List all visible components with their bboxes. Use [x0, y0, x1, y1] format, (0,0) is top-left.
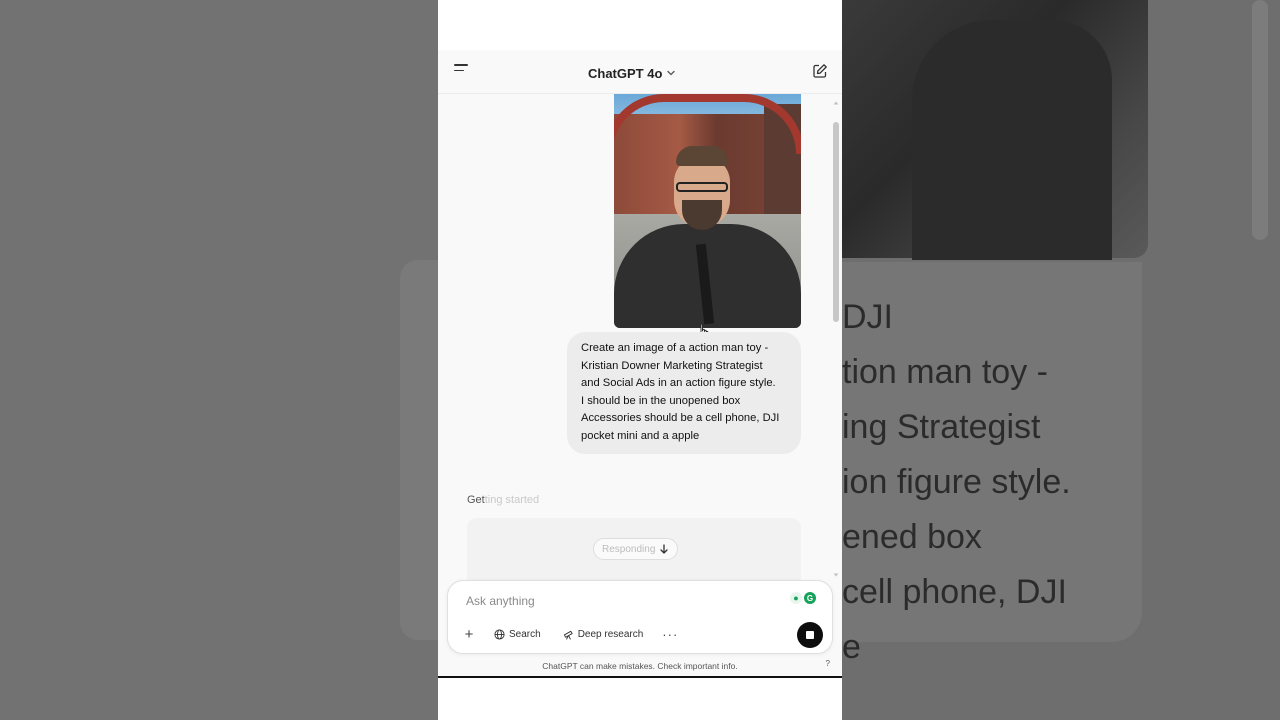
chat-thread: Create an image of a action man toy - Kr… [438, 94, 842, 580]
stop-icon [806, 631, 814, 639]
user-message-bubble: Create an image of a action man toy - Kr… [567, 332, 801, 454]
deep-research-button[interactable]: Deep research [555, 623, 652, 645]
user-message-line: Kristian Downer Marketing Strategist [581, 359, 763, 372]
search-button[interactable]: Search [486, 623, 549, 645]
model-label: ChatGPT 4o [588, 65, 663, 81]
attach-plus-button[interactable]: + [458, 623, 480, 645]
background-left-pane [0, 0, 438, 720]
globe-icon [494, 628, 505, 640]
generation-status-bright: Get [467, 494, 485, 506]
scroll-thumb[interactable] [833, 122, 839, 322]
background-right-pane: DJI tion man toy - ing Strategist ion fi… [842, 0, 1280, 720]
deep-research-label: Deep research [577, 628, 644, 640]
sidebar-menu-icon[interactable] [454, 64, 470, 80]
location-pin-icon[interactable]: ● [790, 592, 802, 604]
user-message-line: Create an image of a action man toy - [581, 342, 769, 354]
telescope-icon [563, 630, 573, 640]
chevron-down-icon [667, 70, 676, 76]
grammarly-widget[interactable]: ● G [790, 592, 816, 604]
chat-scrollbar[interactable] [832, 100, 840, 580]
more-tools-button[interactable]: ··· [657, 623, 683, 645]
arrow-down-icon [660, 544, 669, 554]
top-bar: ChatGPT 4o [438, 50, 842, 94]
background-ghost-panel [400, 260, 438, 640]
user-message-line: I should be in the unopened box [581, 394, 741, 407]
phone-frame: ChatGPT 4o Create an image of a action m… [438, 0, 842, 720]
chatgpt-app: ChatGPT 4o Create an image of a action m… [438, 50, 842, 678]
scroll-up-arrow-icon[interactable] [833, 100, 839, 106]
composer-tools: + Search Deep research ··· [458, 623, 683, 645]
responding-label: Responding [602, 543, 656, 555]
background-zoomed-photo [842, 0, 1148, 260]
responding-scroll-button[interactable]: Responding [593, 538, 679, 560]
help-button[interactable]: ? [826, 659, 830, 668]
search-label: Search [509, 628, 541, 640]
generation-status: Getting started [467, 494, 539, 506]
user-message-line: and Social Ads in an action figure style… [581, 377, 776, 390]
user-message-line: pocket mini and a apple [581, 429, 700, 442]
background-figure-shape [912, 20, 1112, 260]
new-chat-icon[interactable] [812, 63, 828, 79]
stop-generation-button[interactable] [797, 622, 823, 648]
model-selector[interactable]: ChatGPT 4o [588, 64, 676, 82]
user-message-line: Accessories should be a cell phone, DJI [581, 412, 780, 425]
message-composer: ● G + Search D [447, 580, 833, 654]
scroll-down-arrow-icon[interactable] [833, 572, 839, 578]
generation-status-faded: ting started [484, 494, 540, 506]
disclaimer-text: ChatGPT can make mistakes. Check importa… [542, 661, 738, 671]
background-zoomed-text: DJI tion man toy - ing Strategist ion fi… [842, 298, 1071, 666]
grammarly-icon[interactable]: G [804, 592, 816, 604]
ask-anything-input[interactable] [466, 591, 766, 611]
uploaded-selfie-image[interactable] [614, 94, 801, 328]
background-scrollbar [1252, 0, 1268, 240]
